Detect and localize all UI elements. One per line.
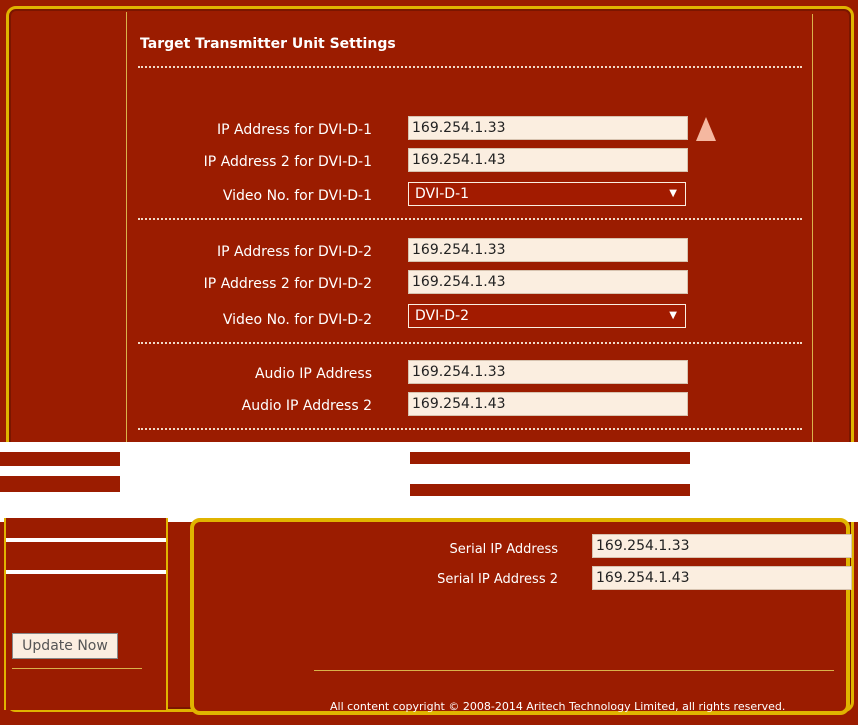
left-column [22, 12, 127, 442]
dvi1-video-select[interactable]: DVI-D-1 ▼ [408, 182, 686, 206]
serial-ip2-input[interactable]: 169.254.1.43 [592, 566, 852, 590]
audio-ip-label: Audio IP Address [254, 366, 372, 382]
dvi2-ip2-label: IP Address 2 for DVI-D-2 [203, 276, 372, 292]
divider [138, 342, 802, 344]
dvi1-video-label: Video No. for DVI-D-1 [222, 188, 372, 204]
divider [138, 66, 802, 68]
dvi2-ip2-input[interactable]: 169.254.1.43 [408, 270, 688, 294]
divider [138, 428, 802, 430]
divider [138, 218, 802, 220]
left-panel-line [12, 668, 142, 669]
dvi1-ip-label: IP Address for DVI-D-1 [217, 122, 372, 138]
right-edge-line [812, 14, 813, 454]
artifact-block [0, 476, 120, 492]
dvi2-video-select[interactable]: DVI-D-2 ▼ [408, 304, 686, 328]
update-now-button[interactable]: Update Now [12, 633, 118, 659]
left-panel-stripe [6, 570, 166, 574]
artifact-block [410, 452, 690, 464]
left-panel [4, 518, 168, 710]
left-panel-stripe [6, 538, 166, 542]
dvi1-ip2-input[interactable]: 169.254.1.43 [408, 148, 688, 172]
dvi2-video-label: Video No. for DVI-D-2 [222, 312, 372, 328]
chevron-down-icon: ▼ [669, 188, 677, 199]
artifact-block [410, 484, 690, 496]
serial-ip2-label: Serial IP Address 2 [437, 572, 558, 587]
copyright-text: All content copyright © 2008-2014 Aritec… [330, 700, 786, 713]
chevron-down-icon: ▼ [669, 310, 677, 321]
audio-ip-input[interactable]: 169.254.1.33 [408, 360, 688, 384]
page-title: Target Transmitter Unit Settings [140, 36, 396, 52]
dvi1-ip-input[interactable]: 169.254.1.33 [408, 116, 688, 140]
dvi1-video-value: DVI-D-1 [415, 186, 470, 202]
audio-ip2-input[interactable]: 169.254.1.43 [408, 392, 688, 416]
serial-ip-input[interactable]: 169.254.1.33 [592, 534, 852, 558]
dvi2-ip-input[interactable]: 169.254.1.33 [408, 238, 688, 262]
artifact-block [0, 452, 120, 466]
dvi1-ip2-label: IP Address 2 for DVI-D-1 [203, 154, 372, 170]
inner-panel-line [314, 670, 834, 671]
audio-ip2-label: Audio IP Address 2 [241, 398, 372, 414]
warning-triangle-icon [696, 117, 716, 141]
dvi2-ip-label: IP Address for DVI-D-2 [217, 244, 372, 260]
serial-ip-label: Serial IP Address [449, 542, 559, 557]
dvi2-video-value: DVI-D-2 [415, 308, 470, 324]
